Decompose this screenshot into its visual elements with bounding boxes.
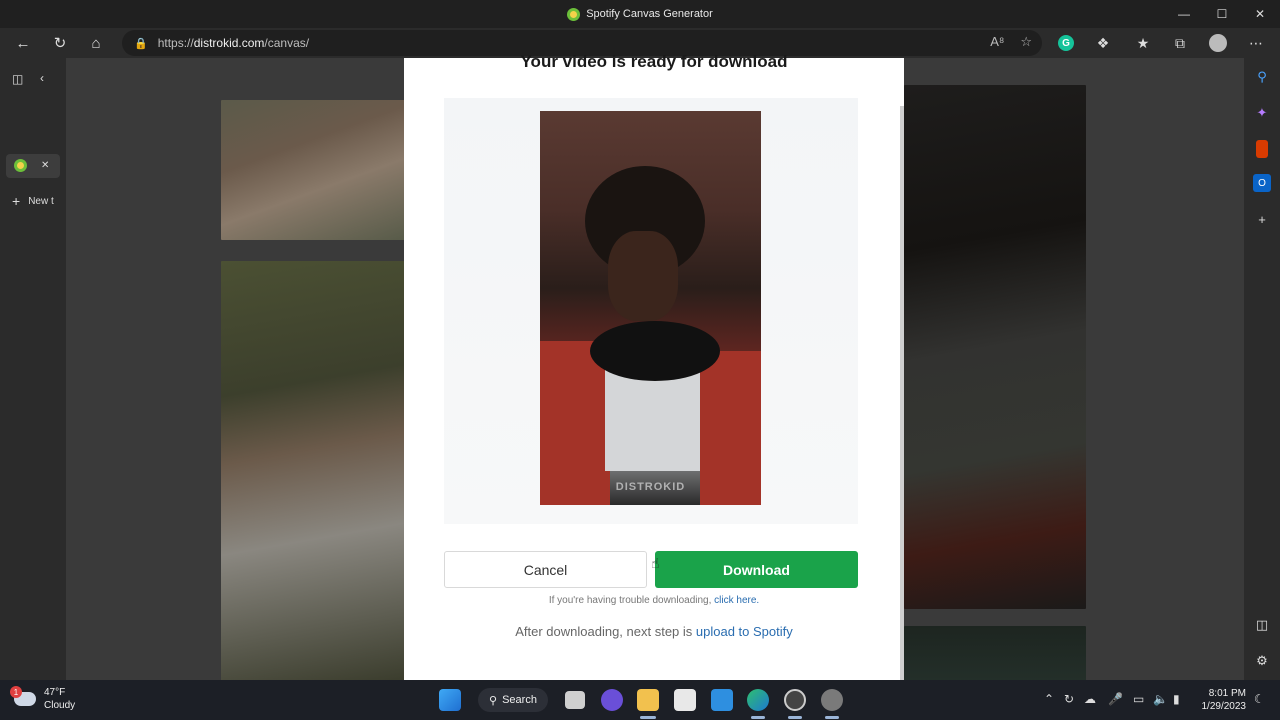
favorites-icon[interactable]: ★ <box>1133 33 1153 53</box>
more-options-icon[interactable]: ⋯ <box>1246 33 1266 53</box>
explorer-running-indicator <box>640 716 656 719</box>
address-bar-actions: A⁸ ☆ <box>990 34 1032 50</box>
cloud-weather-icon: 1 <box>10 686 36 706</box>
next-step-text: After downloading, next step is upload t… <box>404 624 904 639</box>
task-view-icon[interactable] <box>565 691 585 709</box>
click-here-link[interactable]: click here. <box>714 595 759 606</box>
windows-taskbar: 1 47°F Cloudy ⚲ Search ⌃ ↻ ☁ 🎤 ▭ 🔈 ▮ 8:0… <box>0 680 1280 720</box>
notifications-icon[interactable]: ☾ <box>1254 692 1265 706</box>
search-icon[interactable]: ⚲ <box>1253 68 1271 86</box>
vertical-tabs-panel: ◫ ‹ ✕ + New t <box>0 58 66 680</box>
minimize-button[interactable]: — <box>1165 0 1203 28</box>
download-button[interactable]: Download <box>655 551 858 588</box>
upload-to-spotify-link[interactable]: upload to Spotify <box>696 624 793 639</box>
add-favorite-icon[interactable]: ☆ <box>1020 34 1032 50</box>
cancel-button[interactable]: Cancel <box>444 551 647 588</box>
collections-icon[interactable]: ⧉ <box>1170 33 1190 53</box>
start-windows-icon[interactable] <box>439 689 461 711</box>
battery-icon[interactable]: ▮ <box>1173 692 1180 706</box>
read-aloud-icon[interactable]: A⁸ <box>990 34 1004 50</box>
spotify-canvas-favicon-icon <box>567 7 581 21</box>
clock-time: 8:01 PM <box>1208 688 1246 699</box>
add-sidebar-app-icon[interactable]: + <box>1253 210 1271 228</box>
search-label: Search <box>502 694 537 706</box>
canvas-thumbnail[interactable] <box>221 100 411 240</box>
new-tab-button[interactable]: + New t <box>12 193 54 209</box>
copilot-icon[interactable]: ✦ <box>1253 104 1271 122</box>
magnifier-icon: ⚲ <box>489 694 498 707</box>
window-title: Spotify Canvas Generator <box>567 7 713 21</box>
home-icon[interactable]: ⌂ <box>83 31 109 55</box>
sync-icon[interactable]: ↻ <box>1064 692 1074 706</box>
obs-running-indicator <box>788 716 802 719</box>
next-step-label: After downloading, next step is <box>515 624 696 639</box>
edge-browser-icon[interactable] <box>747 689 769 711</box>
back-arrow-icon[interactable]: ← <box>10 31 36 55</box>
microphone-icon[interactable]: 🎤 <box>1108 692 1123 706</box>
onedrive-cloud-icon[interactable]: ☁ <box>1084 692 1096 706</box>
canvas-thumbnail[interactable] <box>904 626 1086 680</box>
notification-badge: 1 <box>10 686 22 698</box>
settings-gear-icon[interactable]: ⚙ <box>1253 652 1271 670</box>
profile-avatar-icon[interactable] <box>1209 34 1227 52</box>
tab-favicon-icon <box>14 159 27 172</box>
obs-icon[interactable] <box>784 689 806 711</box>
refresh-icon[interactable]: ↻ <box>47 31 73 55</box>
edge-running-indicator <box>751 716 765 719</box>
show-hidden-icons-chevron-icon[interactable]: ⌃ <box>1044 692 1054 706</box>
preview-collar <box>590 321 720 381</box>
microsoft-store-icon[interactable] <box>674 689 696 711</box>
url-text: https://distrokid.com/canvas/ <box>157 36 310 50</box>
collapse-panel-icon[interactable]: ‹ <box>40 71 44 85</box>
settings-app-icon[interactable] <box>821 689 843 711</box>
temperature: 47°F <box>44 687 66 698</box>
taskbar-search-button[interactable]: ⚲ Search <box>478 688 548 712</box>
modal-scrollbar[interactable] <box>900 106 904 680</box>
window-title-text: Spotify Canvas Generator <box>586 8 713 20</box>
display-icon[interactable]: ▭ <box>1133 692 1144 706</box>
extensions-icon[interactable]: ❖ <box>1093 33 1113 53</box>
canvas-thumbnail[interactable] <box>904 85 1086 609</box>
trouble-text: If you're having trouble downloading, <box>548 595 715 606</box>
window-titlebar: Spotify Canvas Generator — ☐ ✕ <box>0 0 1280 28</box>
download-modal: Your video is ready for download DISTROK… <box>404 52 904 680</box>
preview-face <box>608 231 678 321</box>
canvas-thumbnail[interactable] <box>221 261 411 680</box>
settings-running-indicator <box>825 716 839 719</box>
video-preview[interactable]: DISTROKID <box>540 111 761 505</box>
sidebar-layout-icon[interactable]: ◫ <box>1253 616 1271 634</box>
teams-chat-icon[interactable] <box>601 689 623 711</box>
lock-icon: 🔒 <box>134 37 148 50</box>
mail-icon[interactable] <box>711 689 733 711</box>
file-explorer-icon[interactable] <box>637 689 659 711</box>
close-window-button[interactable]: ✕ <box>1241 0 1279 28</box>
weather-widget[interactable]: 1 47°F Cloudy <box>10 686 76 712</box>
distrokid-watermark: DISTROKID <box>615 481 686 493</box>
maximize-button[interactable]: ☐ <box>1203 0 1241 28</box>
plus-icon: + <box>12 193 21 209</box>
system-clock[interactable]: 8:01 PM 1/29/2023 <box>1202 687 1247 713</box>
clock-date: 1/29/2023 <box>1201 701 1247 712</box>
hand-cursor-icon: ☝ <box>651 555 660 571</box>
tab-actions-icon[interactable]: ◫ <box>12 72 23 86</box>
edge-sidebar: ⚲ ✦ O + ◫ ⚙ <box>1244 58 1280 680</box>
weather-condition: Cloudy <box>44 700 76 711</box>
office-icon[interactable] <box>1256 140 1268 158</box>
grammarly-extension-icon[interactable]: G <box>1058 35 1074 51</box>
trouble-downloading-text: If you're having trouble downloading, cl… <box>404 595 904 606</box>
new-tab-label: New t <box>28 195 54 207</box>
volume-icon[interactable]: 🔈 <box>1153 692 1168 706</box>
close-tab-icon[interactable]: ✕ <box>41 160 49 171</box>
outlook-icon[interactable]: O <box>1253 174 1271 192</box>
modal-title: Your video is ready for download <box>520 52 788 71</box>
